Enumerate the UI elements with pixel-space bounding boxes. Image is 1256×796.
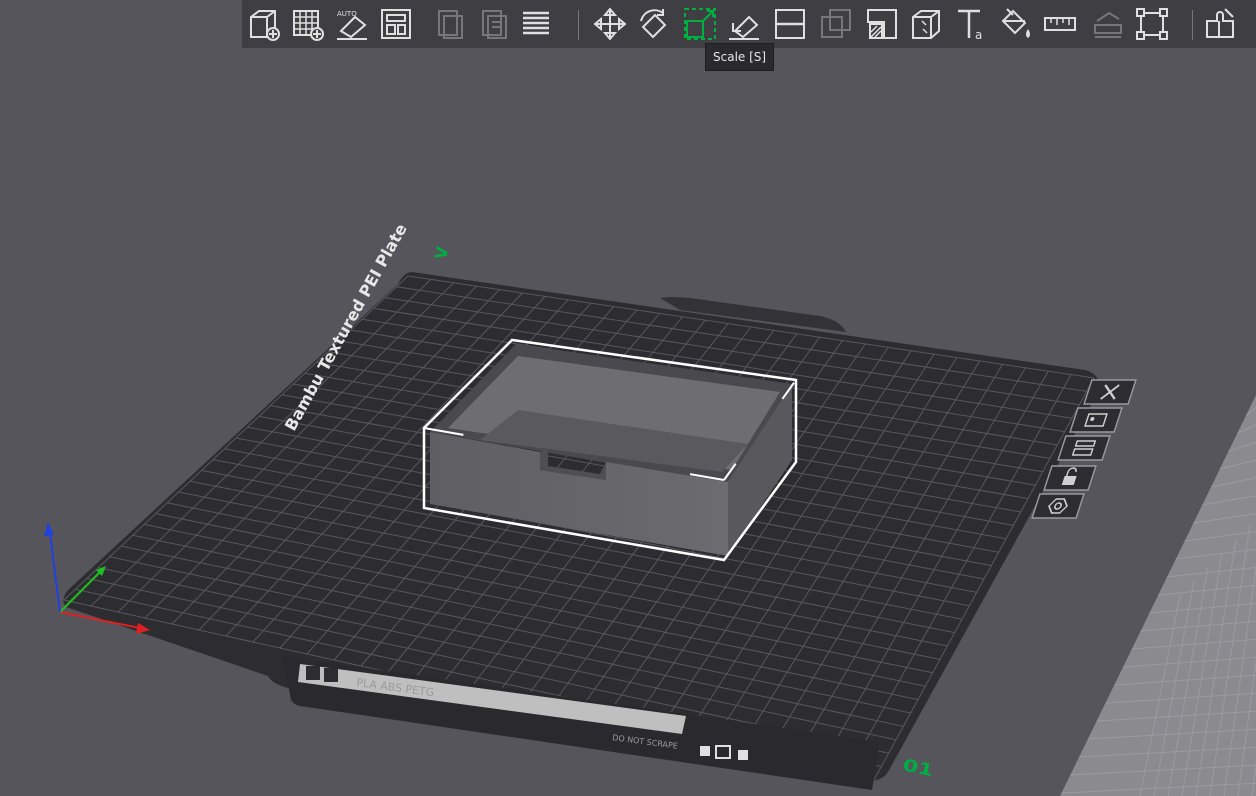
measure-icon xyxy=(1044,17,1076,31)
paste-icon xyxy=(482,10,507,39)
layers-button[interactable] xyxy=(516,4,556,44)
cut-icon xyxy=(775,9,805,39)
scale-tooltip: Scale [S] xyxy=(705,43,775,71)
auto-orient-icon: AUTO xyxy=(337,10,367,40)
copy-icon xyxy=(438,10,463,39)
fit-view-icon xyxy=(1136,8,1168,40)
split-parts-button[interactable] xyxy=(1200,4,1240,44)
svg-text:AUTO: AUTO xyxy=(337,10,357,18)
top-toolbar: AUTO a xyxy=(242,0,1256,48)
seam-paint-icon xyxy=(912,10,940,39)
plate-number: 01 xyxy=(901,755,935,780)
fit-view-button[interactable] xyxy=(1132,4,1172,44)
adjacent-plate xyxy=(1060,395,1256,796)
color-paint-button[interactable] xyxy=(996,4,1036,44)
cut-button[interactable] xyxy=(770,4,810,44)
boolean-icon xyxy=(821,9,851,38)
paste-button[interactable] xyxy=(474,4,514,44)
plate-axis-mark: V xyxy=(431,245,452,261)
move-button[interactable] xyxy=(590,4,630,44)
toolbar-separator xyxy=(578,10,579,40)
assembly-button[interactable] xyxy=(1088,4,1128,44)
copy-button[interactable] xyxy=(430,4,470,44)
support-paint-icon xyxy=(867,9,897,39)
support-paint-button[interactable] xyxy=(862,4,902,44)
auto-orient-button[interactable]: AUTO xyxy=(332,4,372,44)
split-parts-icon xyxy=(1206,8,1234,38)
scale-icon xyxy=(684,8,716,40)
text-button[interactable]: a xyxy=(952,4,992,44)
3d-viewport[interactable]: PLA ABS PETG DO NOT SCRAPE Bambu Texture… xyxy=(0,0,1256,796)
layers-icon xyxy=(523,11,549,35)
lay-on-face-button[interactable] xyxy=(724,4,764,44)
lay-on-face-icon xyxy=(729,15,759,40)
svg-text:a: a xyxy=(975,28,982,42)
boolean-button[interactable] xyxy=(816,4,856,44)
color-paint-icon xyxy=(1001,8,1030,38)
arrange-button[interactable] xyxy=(376,4,416,44)
add-icon xyxy=(250,10,280,41)
scale-button[interactable] xyxy=(680,4,720,44)
text-icon: a xyxy=(958,9,982,42)
rotate-icon xyxy=(640,9,667,39)
add-plate-button[interactable] xyxy=(288,4,328,44)
arrange-icon xyxy=(381,9,411,39)
add-plate-icon xyxy=(293,10,324,41)
move-icon xyxy=(593,7,627,41)
toolbar-separator xyxy=(1192,10,1193,40)
measure-button[interactable] xyxy=(1040,4,1080,44)
add-button[interactable] xyxy=(244,4,284,44)
seam-paint-button[interactable] xyxy=(906,4,946,44)
rotate-button[interactable] xyxy=(634,4,674,44)
assembly-icon xyxy=(1094,11,1122,38)
